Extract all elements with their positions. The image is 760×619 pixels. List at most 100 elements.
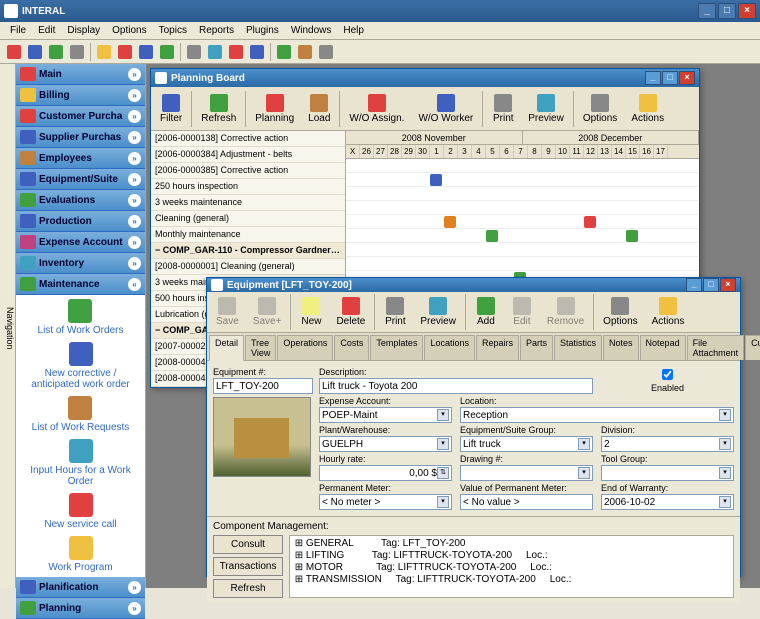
toolbar-button-14[interactable] — [316, 42, 336, 62]
sidebar-section-expense-account[interactable]: Expense Account» — [16, 232, 145, 253]
enabled-checkbox[interactable] — [662, 369, 673, 380]
planning-w-o-assign--button[interactable]: W/O Assign. — [342, 91, 411, 127]
task-marker[interactable] — [444, 216, 456, 228]
day-header[interactable]: 1 — [430, 145, 444, 158]
day-header[interactable]: 26 — [360, 145, 374, 158]
sidebar-section-equipment-suite[interactable]: Equipment/Suite» — [16, 169, 145, 190]
equip-num-input[interactable]: LFT_TOY-200 — [213, 378, 313, 394]
app-maximize-button[interactable]: □ — [718, 3, 736, 19]
transactions-button[interactable]: Transactions — [213, 557, 283, 576]
drawing-select[interactable]: ▾ — [460, 465, 593, 481]
planning-w-o-worker-button[interactable]: W/O Worker — [411, 91, 480, 127]
task-marker[interactable] — [486, 230, 498, 242]
grid-row[interactable] — [346, 201, 699, 215]
day-header[interactable]: X — [346, 145, 360, 158]
sidebar-section-production[interactable]: Production» — [16, 211, 145, 232]
equipment-minimize-button[interactable]: _ — [686, 278, 702, 292]
plant-select[interactable]: GUELPH▾ — [319, 436, 452, 452]
day-header[interactable]: 16 — [640, 145, 654, 158]
planning-load-button[interactable]: Load — [301, 91, 337, 127]
tab-operations[interactable]: Operations — [277, 335, 333, 360]
sidebar-item-list-of-work-requests[interactable]: List of Work Requests — [32, 396, 130, 433]
tab-parts[interactable]: Parts — [520, 335, 553, 360]
planning-minimize-button[interactable]: _ — [645, 71, 661, 85]
planning-filter-button[interactable]: Filter — [153, 91, 189, 127]
equipment-maximize-button[interactable]: □ — [703, 278, 719, 292]
component-tree[interactable]: ⊞ GENERAL Tag: LFT_TOY-200 ⊞ LIFTING Tag… — [289, 535, 734, 598]
planning-close-button[interactable]: × — [679, 71, 695, 85]
sidebar-section-supplier-purchas[interactable]: Supplier Purchas» — [16, 127, 145, 148]
toolbar-button-1[interactable] — [25, 42, 45, 62]
tab-notes[interactable]: Notes — [603, 335, 639, 360]
tab-locations[interactable]: Locations — [424, 335, 475, 360]
toolbar-button-8[interactable] — [184, 42, 204, 62]
day-header[interactable]: 13 — [598, 145, 612, 158]
app-close-button[interactable]: × — [738, 3, 756, 19]
planning-refresh-button[interactable]: Refresh — [194, 91, 243, 127]
toolbar-button-3[interactable] — [67, 42, 87, 62]
equipment-add-button[interactable]: Add — [468, 294, 504, 330]
sidebar-section-employees[interactable]: Employees» — [16, 148, 145, 169]
sidebar-item-work-program[interactable]: Work Program — [48, 536, 112, 573]
day-header[interactable]: 28 — [388, 145, 402, 158]
sidebar-item-new-service-call[interactable]: New service call — [44, 493, 116, 530]
planning-preview-button[interactable]: Preview — [521, 91, 571, 127]
planning-print-button[interactable]: Print — [485, 91, 521, 127]
description-input[interactable]: Lift truck - Toyota 200 — [319, 378, 593, 394]
sidebar-section-maintenance[interactable]: Maintenance« — [16, 274, 145, 295]
tab-repairs[interactable]: Repairs — [476, 335, 519, 360]
equipment-close-button[interactable]: × — [720, 278, 736, 292]
sidebar-item-list-of-work-orders[interactable]: List of Work Orders — [38, 299, 124, 336]
component-row[interactable]: ⊞ GENERAL Tag: LFT_TOY-200 — [292, 538, 731, 550]
menu-reports[interactable]: Reports — [193, 23, 240, 38]
day-header[interactable]: 6 — [500, 145, 514, 158]
grid-row[interactable] — [346, 257, 699, 271]
app-minimize-button[interactable]: _ — [698, 3, 716, 19]
navigation-tab[interactable]: Navigation — [0, 64, 16, 588]
hourly-input[interactable]: 0,00 $⇅ — [319, 465, 452, 481]
grid-row[interactable] — [346, 159, 699, 173]
day-header[interactable]: 2 — [444, 145, 458, 158]
planning-row[interactable]: 250 hours inspection — [151, 179, 345, 195]
task-marker[interactable] — [430, 174, 442, 186]
grid-row[interactable] — [346, 173, 699, 187]
day-header[interactable]: 30 — [416, 145, 430, 158]
day-header[interactable]: 12 — [584, 145, 598, 158]
equipment-options-button[interactable]: Options — [596, 294, 644, 330]
equipment-actions-button[interactable]: Actions — [645, 294, 692, 330]
tab-templates[interactable]: Templates — [370, 335, 423, 360]
sidebar-section-planning[interactable]: Planning» — [16, 598, 145, 619]
planning-row[interactable]: Cleaning (general) — [151, 211, 345, 227]
grid-row[interactable] — [346, 215, 699, 229]
tab-notepad[interactable]: Notepad — [640, 335, 686, 360]
menu-windows[interactable]: Windows — [285, 23, 338, 38]
expense-select[interactable]: POEP-Maint▾ — [319, 407, 452, 423]
sidebar-section-evaluations[interactable]: Evaluations» — [16, 190, 145, 211]
component-row[interactable]: ⊞ MOTOR Tag: LIFTTRUCK-TOYOTA-200 Loc.: — [292, 562, 731, 574]
day-header[interactable]: 11 — [570, 145, 584, 158]
tab-detail[interactable]: Detail — [209, 335, 244, 361]
day-header[interactable]: 4 — [472, 145, 486, 158]
planning-row[interactable]: 3 weeks maintenance — [151, 195, 345, 211]
toolbar-button-0[interactable] — [4, 42, 24, 62]
sidebar-section-inventory[interactable]: Inventory» — [16, 253, 145, 274]
planning-actions-button[interactable]: Actions — [624, 91, 671, 127]
refresh-button[interactable]: Refresh — [213, 579, 283, 598]
tab-tree-view[interactable]: Tree View — [245, 335, 276, 360]
toolbar-button-12[interactable] — [274, 42, 294, 62]
sidebar-section-customer-purcha[interactable]: Customer Purcha» — [16, 106, 145, 127]
menu-plugins[interactable]: Plugins — [240, 23, 285, 38]
day-header[interactable]: 17 — [654, 145, 668, 158]
sidebar-item-input-hours-for-a-work-order[interactable]: Input Hours for a Work Order — [20, 439, 141, 487]
planning-row[interactable]: − COMP_GAR-110 - Compressor Gardner Denv… — [151, 243, 345, 259]
task-marker[interactable] — [584, 216, 596, 228]
perm-meter-select[interactable]: < No meter >▾ — [319, 494, 452, 510]
toolbar-button-5[interactable] — [115, 42, 135, 62]
day-header[interactable]: 8 — [528, 145, 542, 158]
day-header[interactable]: 9 — [542, 145, 556, 158]
tab-file-attachment[interactable]: File Attachment — [687, 335, 745, 360]
planning-planning-button[interactable]: Planning — [248, 91, 301, 127]
toolbar-button-6[interactable] — [136, 42, 156, 62]
tab-custom[interactable]: Custom — [745, 335, 760, 360]
day-header[interactable]: 27 — [374, 145, 388, 158]
